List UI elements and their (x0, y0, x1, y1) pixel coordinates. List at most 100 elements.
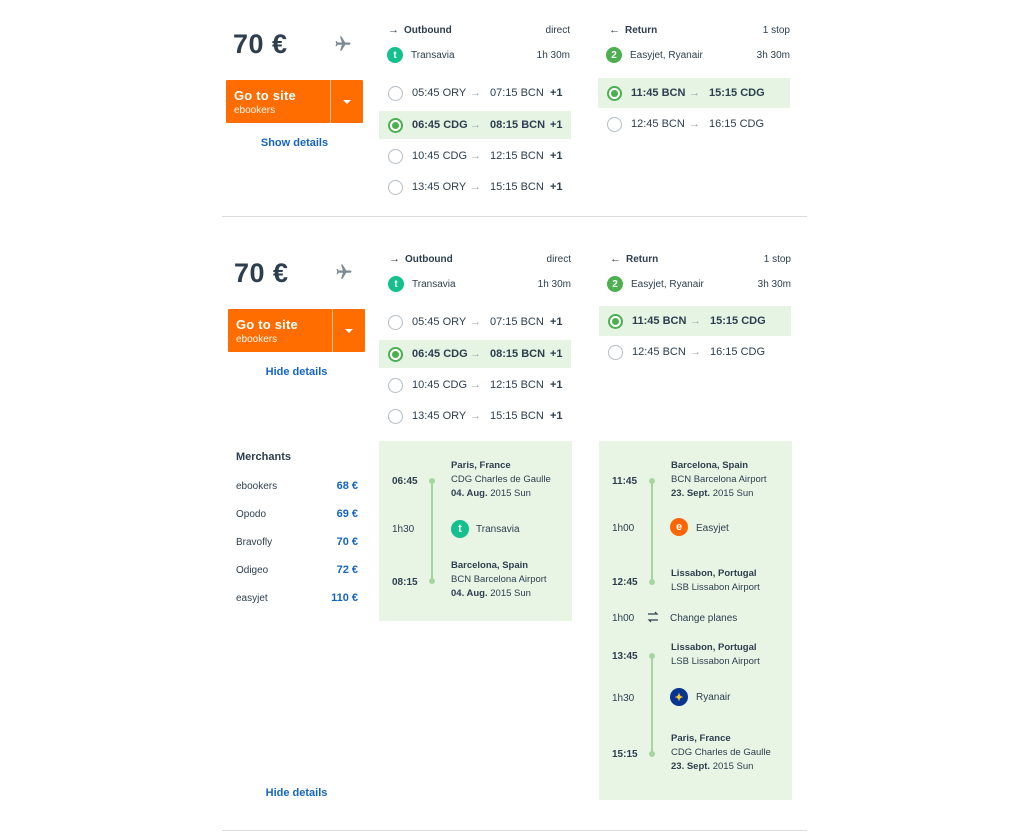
seg2-arr-time: 15:15 (612, 749, 638, 760)
merchant-dropdown-toggle[interactable] (330, 80, 362, 123)
arrow-right-icon: → (470, 150, 481, 162)
merchant-price[interactable]: 70 € (337, 536, 358, 548)
merchant-price[interactable]: 110 € (331, 592, 358, 604)
airport: LSB Lissabon Airport (671, 582, 760, 593)
merchant-price[interactable]: 72 € (337, 564, 358, 576)
radio-button[interactable] (388, 179, 403, 195)
outbound-option[interactable]: 05:45 ORY → 07:15 BCN +1 (379, 79, 571, 107)
return-duration: 3h 30m (756, 49, 790, 61)
arrow-right-icon: → (690, 346, 701, 358)
plus-days: +1 (550, 348, 563, 360)
date: 23. Sept. 2015 Sun (671, 761, 771, 772)
arrow-left-icon: ← (609, 24, 620, 36)
plus-days: +1 (550, 87, 563, 99)
outbound-title: Outbound (404, 24, 452, 36)
radio-button-checked[interactable] (388, 346, 403, 362)
dep-time: 10:45 CDG (412, 150, 468, 162)
merchant-price[interactable]: 69 € (337, 508, 358, 520)
merchant-row[interactable]: Odigeo 72 € (236, 556, 358, 584)
go-to-site-button[interactable]: Go to site ebookers (226, 80, 363, 123)
dep-time: 13:45 ORY (412, 181, 467, 193)
radio-button[interactable] (388, 377, 403, 393)
go-to-site-main[interactable]: Go to site ebookers (228, 309, 332, 352)
radio-button[interactable] (608, 344, 623, 360)
leg-carrier: Transavia (476, 524, 520, 535)
show-details-link[interactable]: Show details (226, 137, 363, 149)
return-title: Return (625, 24, 658, 36)
merchant-row[interactable]: easyjet 110 € (236, 584, 358, 612)
date: 04. Aug. 2015 Sun (451, 588, 547, 599)
outbound-stops: direct (546, 253, 571, 265)
plane-icon (334, 35, 352, 53)
plus-days: +1 (550, 316, 563, 328)
radio-button[interactable] (388, 148, 403, 164)
arr-time: 15:15 BCN (490, 181, 544, 193)
merchant-row[interactable]: ebookers 68 € (236, 472, 358, 500)
arr-time: 08:15 (392, 577, 418, 588)
merchants-list: Merchants ebookers 68 € Opodo 69 € Bravofl… (236, 451, 358, 612)
outbound-option[interactable]: 13:45 ORY → 15:15 BCN +1 (379, 402, 571, 430)
outbound-option[interactable]: 10:45 CDG → 12:15 BCN +1 (379, 371, 571, 399)
outbound-option-selected[interactable]: 06:45 CDG → 08:15 BCN +1 (379, 340, 571, 368)
return-option[interactable]: 12:45 BCN → 16:15 CDG (599, 338, 791, 366)
merchant-name: easyjet (236, 592, 268, 604)
radio-button[interactable] (388, 314, 403, 330)
return-option[interactable]: 12:45 BCN → 16:15 CDG (598, 110, 790, 138)
merchant-price[interactable]: 68 € (337, 480, 358, 492)
radio-button[interactable] (388, 408, 403, 424)
go-to-site-merchant: ebookers (236, 334, 278, 345)
hide-details-link-bottom[interactable]: Hide details (228, 787, 365, 799)
arr-time: 08:15 BCN (490, 348, 546, 360)
arrow-right-icon: → (470, 379, 481, 391)
arrow-right-icon: → (470, 119, 481, 131)
radio-button-checked[interactable] (607, 85, 622, 101)
merchant-dropdown-toggle[interactable] (332, 309, 364, 352)
outbound-option-selected[interactable]: 06:45 CDG → 08:15 BCN +1 (379, 111, 571, 139)
plus-days: +1 (550, 379, 563, 391)
return-stops: 1 stop (762, 24, 790, 36)
return-detail-panel: 11:45 Barcelona, Spain BCN Barcelona Air… (599, 441, 792, 800)
dep-time: 05:45 ORY (412, 87, 467, 99)
plus-days: +1 (550, 119, 563, 131)
arr-time: 07:15 BCN (490, 316, 544, 328)
return-option-selected[interactable]: 11:45 BCN → 15:15 CDG (599, 306, 791, 336)
go-to-site-main[interactable]: Go to site ebookers (226, 80, 330, 123)
date-day: 04. Aug. (451, 588, 488, 599)
radio-button[interactable] (607, 116, 622, 132)
airport: LSB Lissabon Airport (671, 656, 760, 667)
date: 04. Aug. 2015 Sun (451, 488, 551, 499)
return-option-selected[interactable]: 11:45 BCN → 15:15 CDG (598, 78, 790, 108)
seg1-carrier: Easyjet (696, 523, 729, 534)
arr-time: 07:15 BCN (490, 87, 544, 99)
outbound-option[interactable]: 10:45 CDG → 12:15 BCN +1 (379, 142, 571, 170)
dep-time: 11:45 BCN (631, 87, 686, 99)
arrow-right-icon: → (689, 87, 700, 99)
date-day: 04. Aug. (451, 488, 488, 499)
radio-button-checked[interactable] (388, 117, 403, 133)
hide-details-link[interactable]: Hide details (228, 366, 365, 378)
go-to-site-label: Go to site (234, 88, 296, 103)
seg1-dep-time: 11:45 (612, 476, 638, 487)
outbound-option[interactable]: 05:45 ORY → 07:15 BCN +1 (379, 308, 571, 336)
radio-button-checked[interactable] (608, 313, 623, 329)
arr-time: 12:15 BCN (490, 379, 544, 391)
merchant-row[interactable]: Opodo 69 € (236, 500, 358, 528)
outbound-title: Outbound (405, 253, 453, 265)
date-year: 2015 Sun (712, 761, 754, 772)
outbound-options: 05:45 ORY → 07:15 BCN +1 06:45 CDG → 08:15 BC… (379, 308, 571, 430)
seg2-dep-time: 13:45 (612, 651, 638, 662)
airport: CDG Charles de Gaulle (451, 474, 551, 485)
outbound-option[interactable]: 13:45 ORY → 15:15 BCN +1 (379, 173, 571, 201)
outbound-header: → Outbound direct (389, 253, 571, 265)
arrow-right-icon: → (689, 118, 700, 130)
merchant-row[interactable]: Bravofly 70 € (236, 528, 358, 556)
seg1-arr-stop: Lissabon, Portugal LSB Lissabon Airport (671, 568, 760, 593)
return-duration: 3h 30m (757, 278, 791, 290)
city: Paris, France (671, 733, 731, 744)
radio-button[interactable] (388, 85, 403, 101)
layover-label: Change planes (670, 613, 738, 624)
go-to-site-button[interactable]: Go to site ebookers (228, 309, 365, 352)
timeline-dot (429, 578, 435, 584)
arr-time: 15:15 BCN (490, 410, 544, 422)
layover-duration: 1h00 (612, 613, 635, 624)
